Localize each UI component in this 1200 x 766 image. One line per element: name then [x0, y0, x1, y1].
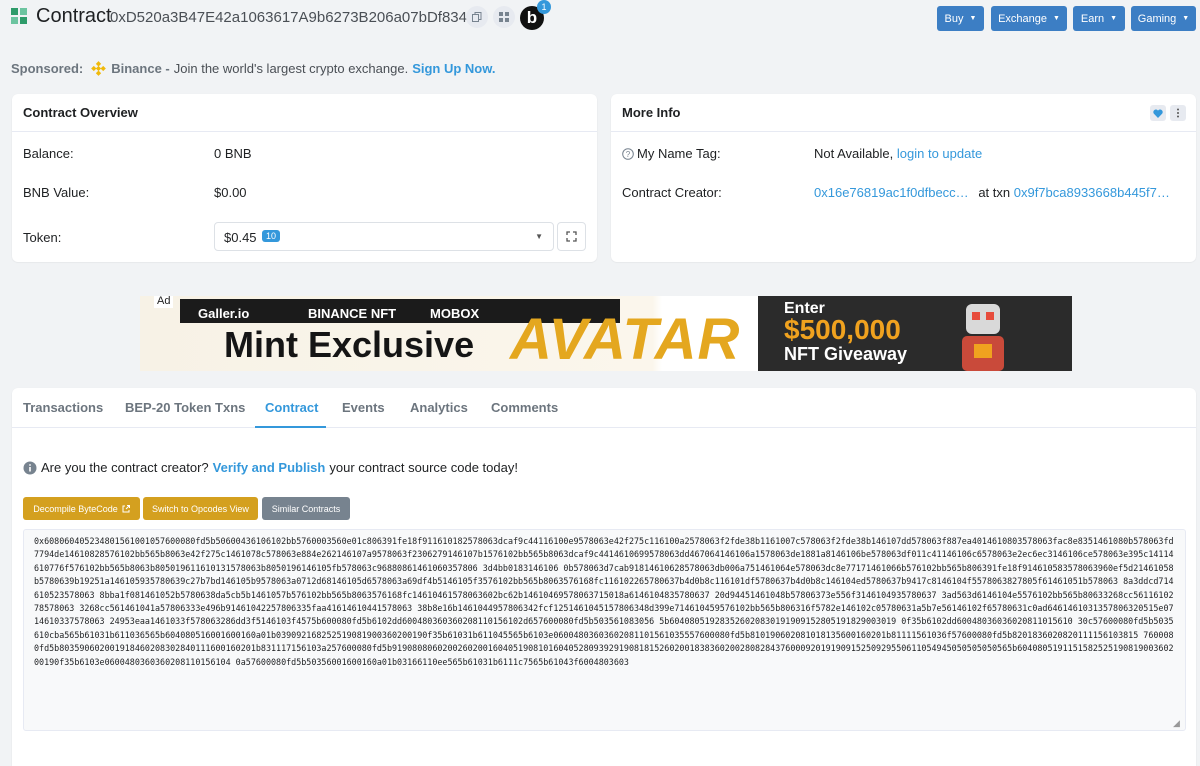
exchange-button[interactable]: Exchange ▼ [991, 6, 1067, 31]
ad-tag: Ad [154, 296, 174, 308]
tab-contract[interactable]: Contract [265, 400, 318, 415]
active-tab-indicator [255, 426, 326, 428]
name-tag-value: Not Available, login to update [814, 146, 983, 161]
binance-logo-icon [91, 61, 107, 76]
ad-headline: Mint Exclusive [224, 324, 475, 365]
ad-giveaway-text: NFT Giveaway [784, 344, 908, 364]
tab-events[interactable]: Events [342, 400, 385, 415]
contract-overview-card: Contract Overview Balance: 0 BNB BNB Val… [12, 94, 597, 262]
token-label: Token: [23, 230, 62, 245]
chevron-down-icon: ▼ [1110, 15, 1118, 22]
chevron-down-icon: ▼ [969, 15, 977, 22]
sponsor-brand[interactable]: Binance - [111, 61, 170, 76]
decompile-bytecode-button[interactable]: Decompile ByteCode [23, 497, 140, 520]
switch-opcodes-button[interactable]: Switch to Opcodes View [143, 497, 258, 520]
bytecode-textarea[interactable]: 0x608060405234801561001057600080fd5b5060… [23, 529, 1186, 731]
qr-code-icon[interactable] [493, 6, 515, 28]
chevron-down-icon: ▼ [535, 232, 543, 241]
notification-badge: 1 [537, 0, 551, 14]
tab-bep20-token-txns[interactable]: BEP-20 Token Txns [125, 400, 245, 415]
svg-text:?: ? [626, 150, 631, 159]
tab-transactions[interactable]: Transactions [23, 400, 103, 415]
tab-analytics[interactable]: Analytics [410, 400, 468, 415]
more-info-card: More Info ? My Name Tag: Not Available, … [611, 94, 1196, 262]
chevron-down-icon: ▼ [1053, 15, 1060, 22]
page-header: Contract 0xD520a3B47E42a1063617A9b6273B2… [0, 0, 1200, 36]
heart-icon[interactable] [1150, 105, 1166, 121]
bnb-value: $0.00 [214, 185, 247, 200]
name-tag-row: ? My Name Tag: [622, 146, 721, 161]
contract-creator-label: Contract Creator: [622, 185, 722, 200]
buy-button[interactable]: Buy ▼ [937, 6, 984, 31]
tabs-divider [12, 427, 1196, 428]
balance-label: Balance: [23, 146, 74, 161]
question-circle-icon: ? [622, 147, 634, 160]
creation-txn-link[interactable]: 0x9f7bca8933668b445f7… [1014, 185, 1170, 200]
info-icon [23, 461, 37, 474]
sponsored-bar: Sponsored: Binance - Join the world's la… [11, 61, 496, 76]
verify-and-publish-link[interactable]: Verify and Publish [213, 460, 326, 475]
similar-contracts-button[interactable]: Similar Contracts [262, 497, 350, 520]
ad-brand-binance: BINANCE NFT [308, 306, 397, 321]
bnb-value-label: BNB Value: [23, 185, 90, 200]
verify-question: Are you the contract creator? [41, 460, 209, 475]
copy-icon[interactable] [466, 6, 488, 28]
contract-address: 0xD520a3B47E42a1063617A9b6273B206a07bDf8… [110, 9, 467, 26]
name-tag-label: My Name Tag: [637, 146, 721, 161]
ad-brand-galler: Galler.io [198, 306, 250, 321]
chevron-down-icon: ▼ [1182, 15, 1190, 22]
contract-creator-value: 0x16e76819ac1f0dfbecc… at txn 0x9f7bca89… [814, 185, 1170, 200]
ad-banner[interactable]: Galler.io BINANCE NFT MOBOX Ad Mint Excl… [140, 296, 1072, 371]
ad-highlight: AVATAR [510, 307, 741, 371]
contract-icon [11, 8, 27, 24]
robot-avatar-image [962, 304, 1004, 371]
login-link[interactable]: login to update [897, 146, 982, 161]
at-txn-label: at txn [978, 185, 1011, 200]
ad-brand-mobox: MOBOX [430, 306, 480, 321]
verify-prompt: Are you the contract creator? Verify and… [23, 460, 518, 475]
more-options-icon[interactable] [1170, 105, 1186, 121]
tab-comments[interactable]: Comments [491, 400, 558, 415]
creator-address-link[interactable]: 0x16e76819ac1f0dfbecc… [814, 185, 969, 200]
token-count-badge: 10 [262, 230, 281, 242]
token-holdings-value: $0.45 [224, 230, 257, 245]
ad-amount: $500,000 [784, 314, 901, 345]
page-title: Contract [36, 5, 112, 27]
balance-value: 0 BNB [214, 146, 252, 161]
sign-up-link[interactable]: Sign Up Now. [412, 61, 495, 76]
expand-icon[interactable] [557, 222, 586, 251]
sponsored-label: Sponsored: [11, 61, 84, 76]
token-dropdown[interactable]: $0.45 10 ▼ [214, 222, 554, 251]
card-title: Contract Overview [12, 94, 597, 132]
verify-suffix: your contract source code today! [329, 460, 518, 475]
card-title: More Info [611, 94, 1196, 132]
sponsor-text: Join the world's largest crypto exchange… [173, 61, 409, 76]
earn-button[interactable]: Earn ▼ [1073, 6, 1125, 31]
gaming-button[interactable]: Gaming ▼ [1131, 6, 1196, 31]
external-link-icon [122, 504, 130, 512]
resize-handle-icon[interactable]: ◢ [1173, 718, 1180, 729]
